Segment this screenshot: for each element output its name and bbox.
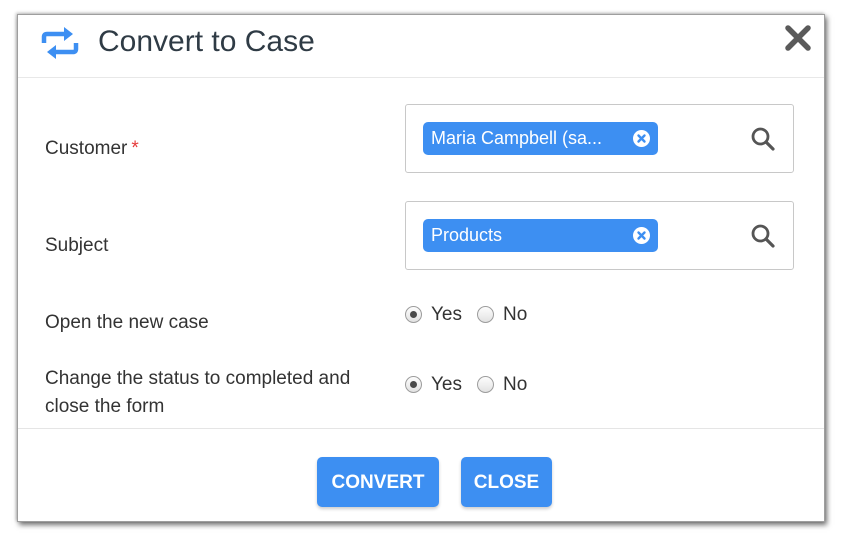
search-icon[interactable] <box>750 223 776 249</box>
remove-icon[interactable] <box>633 227 650 244</box>
required-marker: * <box>131 138 139 159</box>
customer-label: Customer * <box>45 135 139 163</box>
radio-label-no: No <box>503 304 528 325</box>
convert-button[interactable]: CONVERT <box>317 457 439 507</box>
radio-label-yes: Yes <box>431 374 462 395</box>
customer-tag-label: Maria Campbell (sa... <box>431 128 603 148</box>
close-icon[interactable] <box>784 24 812 52</box>
radio-checked-icon <box>405 306 422 323</box>
radio-label-no: No <box>503 374 528 395</box>
subject-tag: Products <box>423 219 658 252</box>
dialog-title: Convert to Case <box>98 25 315 58</box>
search-icon[interactable] <box>750 126 776 152</box>
radio-unchecked-icon <box>477 376 494 393</box>
remove-icon[interactable] <box>633 130 650 147</box>
subject-label: Subject <box>45 232 108 260</box>
convert-arrows-icon <box>40 27 80 59</box>
customer-label-text: Customer <box>45 138 128 159</box>
customer-lookup-field[interactable]: Maria Campbell (sa... <box>405 104 794 173</box>
close-button[interactable]: CLOSE <box>461 457 552 507</box>
subject-lookup-field[interactable]: Products <box>405 201 794 270</box>
screenshot-frame: Convert to Case Customer * Maria Campbell… <box>0 0 841 535</box>
radio-unchecked-icon <box>477 306 494 323</box>
open-new-case-label: Open the new case <box>45 312 209 333</box>
convert-to-case-dialog: Convert to Case Customer * Maria Campbell… <box>17 14 825 522</box>
subject-label-text: Subject <box>45 235 109 256</box>
radio-label-yes: Yes <box>431 304 462 325</box>
change-status-label-line2: close the form <box>45 396 165 417</box>
customer-tag: Maria Campbell (sa... <box>423 122 658 155</box>
change-status-label-line1: Change the status to completed and <box>45 368 351 389</box>
radio-checked-icon <box>405 376 422 393</box>
dialog-header: Convert to Case <box>18 15 824 78</box>
subject-tag-label: Products <box>431 225 503 245</box>
footer-divider <box>18 428 824 429</box>
